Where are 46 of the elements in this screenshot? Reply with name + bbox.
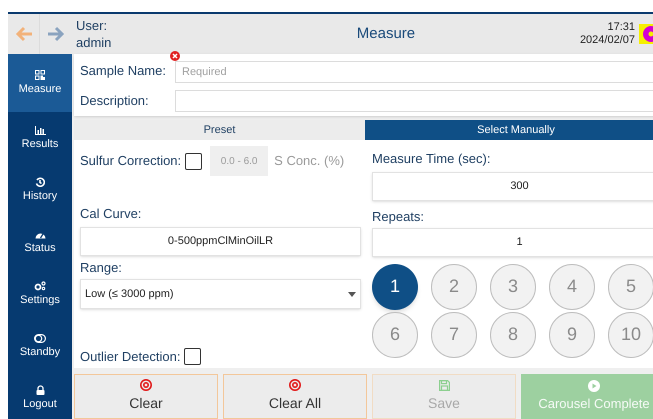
clock-date: 2024/02/07 <box>580 34 635 47</box>
sidebar-item[interactable]: History <box>8 164 72 216</box>
field-label: Repeats: <box>372 208 426 226</box>
field-label: Description: <box>80 92 150 110</box>
user-name: admin <box>76 34 112 51</box>
field-label: Outlier Detection: <box>80 348 180 366</box>
sidebar-item[interactable]: Settings <box>8 268 72 320</box>
close-icon <box>289 379 301 391</box>
gears-icon <box>34 281 46 291</box>
clock-time: 17:31 <box>607 21 635 34</box>
repeat-option[interactable]: 1 <box>372 264 418 310</box>
sidebar-item[interactable]: Standby <box>8 320 72 372</box>
save-icon <box>438 380 450 390</box>
toggle-icon <box>34 334 46 342</box>
close-icon <box>140 379 152 391</box>
sidebar-item[interactable]: Results <box>8 112 72 164</box>
cal-curve-field[interactable]: 0-500ppmClMinOilLR <box>80 226 361 256</box>
bar-chart-icon <box>34 126 46 134</box>
arrow-right-icon <box>47 26 65 42</box>
checkbox[interactable] <box>185 152 202 170</box>
field-label: Range: <box>80 258 123 277</box>
sidebar-item[interactable]: Measure <box>8 54 72 112</box>
dropdown-arrow-icon <box>348 292 356 296</box>
field-label: Sulfur Correction: <box>80 152 182 170</box>
repeats-field[interactable]: 1 <box>372 228 653 257</box>
play-icon <box>588 380 600 392</box>
measure-time-field[interactable]: 300 <box>372 172 653 200</box>
checkbox[interactable] <box>184 348 202 366</box>
field-label: Cal Curve: <box>80 205 142 223</box>
user-label: User: <box>76 17 108 34</box>
sample-name-field[interactable]: Required <box>175 60 653 82</box>
grid-icon <box>35 70 45 80</box>
field-label: Sample Name: <box>80 62 167 80</box>
sidebar-item[interactable]: Logout <box>8 372 72 419</box>
description-field[interactable] <box>175 90 653 112</box>
tab[interactable]: Select Manually <box>365 120 653 140</box>
field-label: Measure Time (sec): <box>372 150 492 168</box>
range-dropdown[interactable]: Low (≤ 3000 ppm) <box>80 279 361 309</box>
lock-icon <box>36 385 44 395</box>
unit-label: S Conc. (%) <box>274 152 344 170</box>
history-icon <box>35 177 45 187</box>
sidebar-item[interactable]: Status <box>8 216 72 268</box>
arrow-left-icon <box>14 26 32 42</box>
action-button[interactable]: Clear <box>74 374 218 419</box>
action-button[interactable]: Clear All <box>223 374 367 419</box>
page-title: Measure <box>356 24 416 44</box>
